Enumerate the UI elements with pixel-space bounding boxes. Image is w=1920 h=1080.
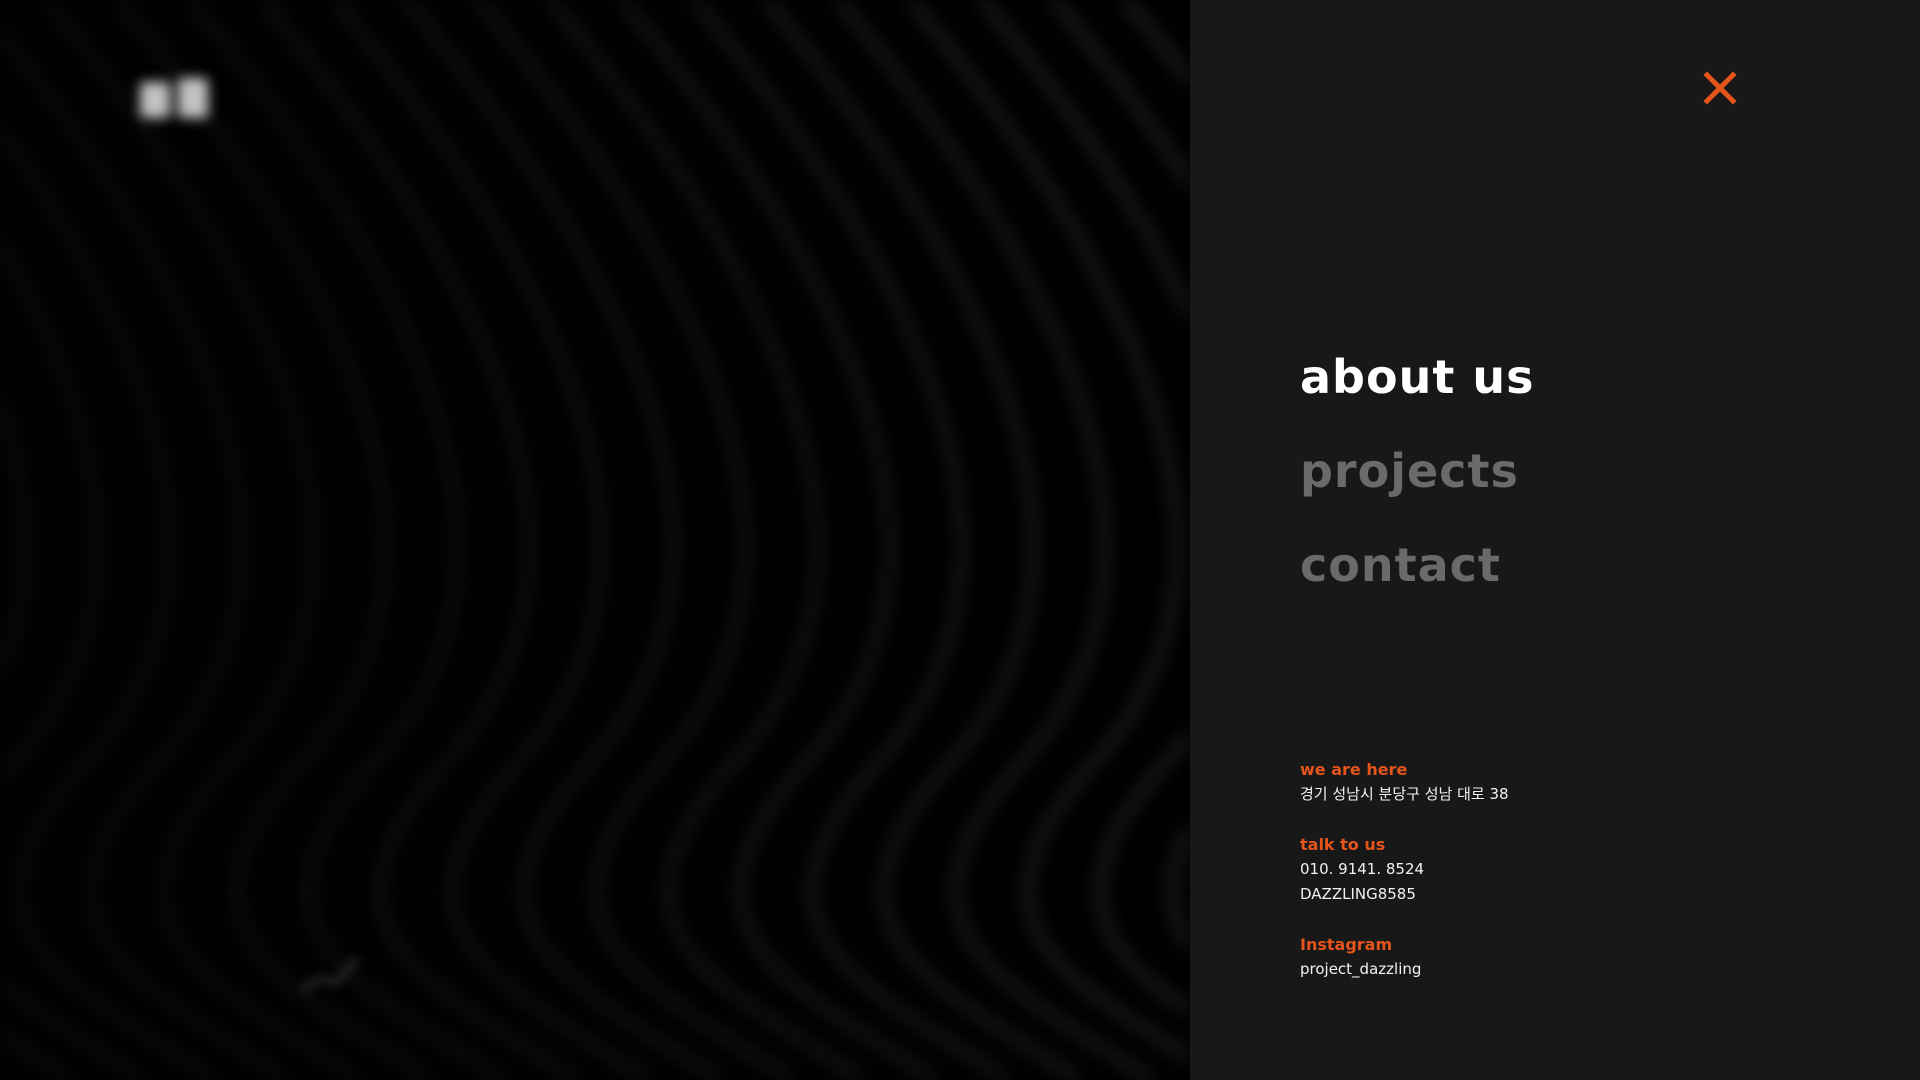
messenger-id: DAZZLING8585 [1300, 885, 1416, 903]
instagram-handle[interactable]: project_dazzling [1300, 957, 1700, 982]
address-text: 경기 성남시 분당구 성남 대로 38 [1300, 785, 1509, 803]
wave-line [40, 0, 368, 1080]
instagram-heading: Instagram [1300, 935, 1393, 954]
location-heading: we are here [1300, 760, 1408, 779]
wave-lines-background [0, 0, 1190, 1080]
wave-line [832, 0, 1160, 1080]
wave-line [400, 0, 728, 1080]
wave-line [112, 0, 440, 1080]
location-group: we are here 경기 성남시 분당구 성남 대로 38 [1300, 758, 1700, 807]
page: about us projects contact we are here 경기… [0, 0, 1920, 1080]
talk-group: talk to us 010. 9141. 8524 DAZZLING8585 [1300, 833, 1700, 907]
close-icon [1703, 71, 1737, 105]
wave-line [0, 119, 224, 1080]
close-button[interactable] [1702, 70, 1738, 106]
contact-info: we are here 경기 성남시 분당구 성남 대로 38 talk to … [1300, 758, 1700, 1008]
nav-item-projects[interactable]: projects [1300, 439, 1534, 533]
wave-line [184, 0, 512, 1080]
wave-line [976, 0, 1190, 1018]
wave-line [544, 0, 872, 1080]
talk-heading: talk to us [1300, 835, 1386, 854]
main-nav: about us projects contact [1300, 345, 1534, 627]
wave-line [328, 0, 656, 1080]
wave-line [256, 0, 584, 1080]
wave-line [688, 0, 1016, 1080]
decorative-spark [300, 955, 361, 993]
background-hero [0, 0, 1190, 1080]
phone-number[interactable]: 010. 9141. 8524 [1300, 857, 1700, 882]
wave-line [760, 0, 1088, 1080]
wave-line [472, 0, 800, 1080]
instagram-group: Instagram project_dazzling [1300, 933, 1700, 982]
logo[interactable] [140, 78, 212, 122]
nav-item-about-us[interactable]: about us [1300, 345, 1534, 439]
nav-item-contact[interactable]: contact [1300, 533, 1534, 627]
wave-line [616, 0, 944, 1080]
